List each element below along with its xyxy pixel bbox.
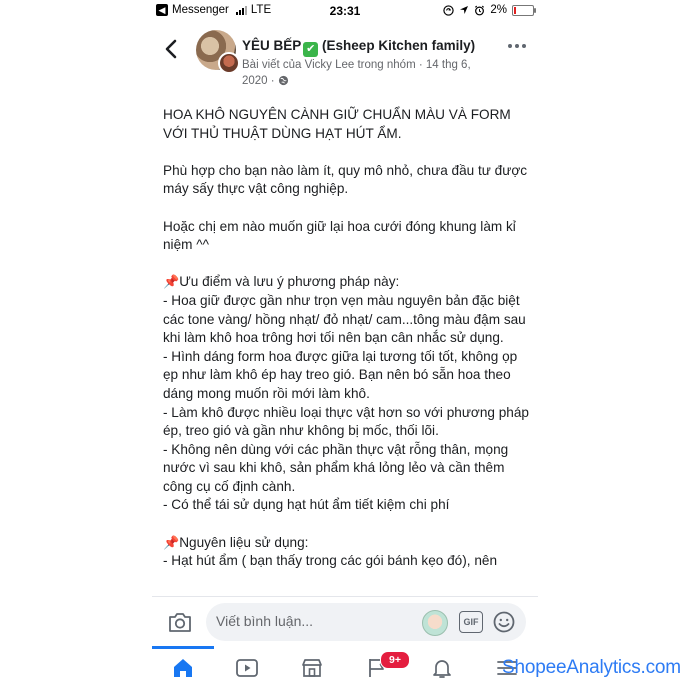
battery-percent: 2% bbox=[490, 4, 507, 16]
status-bar: ◀ Messenger LTE 23:31 2% bbox=[152, 0, 538, 22]
globe-icon bbox=[278, 75, 288, 86]
back-arrow-icon[interactable] bbox=[162, 38, 182, 60]
list-item: - Làm khô được nhiều loại thực vật hơn s… bbox=[163, 404, 529, 439]
home-icon[interactable] bbox=[171, 656, 195, 680]
post-paragraph: Phù hợp cho bạn nào làm ít, quy mô nhỏ, … bbox=[163, 162, 531, 197]
watch-video-icon[interactable] bbox=[235, 656, 259, 680]
camera-icon[interactable] bbox=[168, 611, 192, 633]
pushpin-icon: 📌 bbox=[163, 274, 180, 290]
post-title: HOA KHÔ NGUYÊN CÀNH GIỮ CHUẨN MÀU VÀ FOR… bbox=[163, 107, 515, 141]
section-heading-text: Ưu điểm và lưu ý phương pháp này: bbox=[179, 274, 400, 290]
post-meta-text: Bài viết của Vicky Lee trong nhóm · 14 t… bbox=[242, 59, 471, 87]
list-item: - Có thể tái sử dụng hạt hút ẩm tiết kiệ… bbox=[163, 497, 450, 513]
post-paragraph: Hoặc chị em nào muốn giữ lại hoa cưới đó… bbox=[163, 218, 520, 253]
alarm-icon bbox=[475, 5, 485, 15]
battery-icon bbox=[512, 4, 536, 16]
group-name[interactable]: YÊU BẾP ✔ (Esheep Kitchen family) bbox=[242, 38, 475, 57]
checkmark-emoji-icon: ✔ bbox=[303, 42, 319, 57]
pushpin-icon: 📌 bbox=[163, 534, 180, 550]
group-name-text[interactable]: YÊU BẾP bbox=[242, 38, 301, 53]
watermark-text: ShopeeAnalytics.com bbox=[502, 657, 681, 678]
group-name-suffix[interactable]: (Esheep Kitchen family) bbox=[322, 38, 475, 53]
section-heading: 📌Ưu điểm và lưu ý phương pháp này: bbox=[163, 273, 531, 292]
bottom-tab-bar: 9+ bbox=[152, 646, 538, 690]
author-avatar[interactable] bbox=[218, 52, 240, 74]
status-right: 2% bbox=[443, 4, 536, 16]
battery-level-fill bbox=[514, 6, 516, 14]
phone-screen: ◀ Messenger LTE 23:31 2% YÊU BẾP ✔ (Eshee… bbox=[152, 0, 538, 690]
marketplace-icon[interactable] bbox=[300, 656, 324, 680]
post-meta: Bài viết của Vicky Lee trong nhóm · 14 t… bbox=[242, 57, 482, 89]
location-icon bbox=[460, 6, 469, 14]
section-heading: 📌Nguyên liệu sử dụng: bbox=[163, 534, 531, 553]
notification-badge: 9+ bbox=[380, 651, 410, 669]
post-header: YÊU BẾP ✔ (Esheep Kitchen family) Bài viế… bbox=[152, 26, 538, 96]
list-item: - Không nên dùng với các phần thực vật r… bbox=[163, 441, 513, 494]
active-tab-indicator bbox=[152, 646, 214, 649]
list-item: - Hạt hút ẩm ( bạn thấy trong các gói bá… bbox=[163, 553, 498, 569]
gif-button[interactable]: GIF bbox=[459, 611, 483, 633]
comment-placeholder[interactable]: Viết bình luận... bbox=[216, 613, 313, 629]
list-item: - Hoa giữ được gần như trọn vẹn màu nguy… bbox=[163, 292, 530, 346]
screen-lock-icon bbox=[443, 4, 455, 16]
post-body: HOA KHÔ NGUYÊN CÀNH GIỮ CHUẨN MÀU VÀ FOR… bbox=[163, 106, 531, 596]
list-item: - Hình dáng form hoa được giữa lại tương… bbox=[163, 348, 521, 401]
notifications-bell-icon[interactable] bbox=[430, 656, 454, 680]
section-heading-text: Nguyên liệu sử dụng: bbox=[179, 534, 309, 550]
emoji-icon[interactable] bbox=[492, 610, 516, 634]
avatar-sticker-icon[interactable] bbox=[422, 610, 448, 636]
more-options-button[interactable] bbox=[508, 44, 526, 48]
comment-bar: Viết bình luận... GIF bbox=[152, 596, 538, 647]
